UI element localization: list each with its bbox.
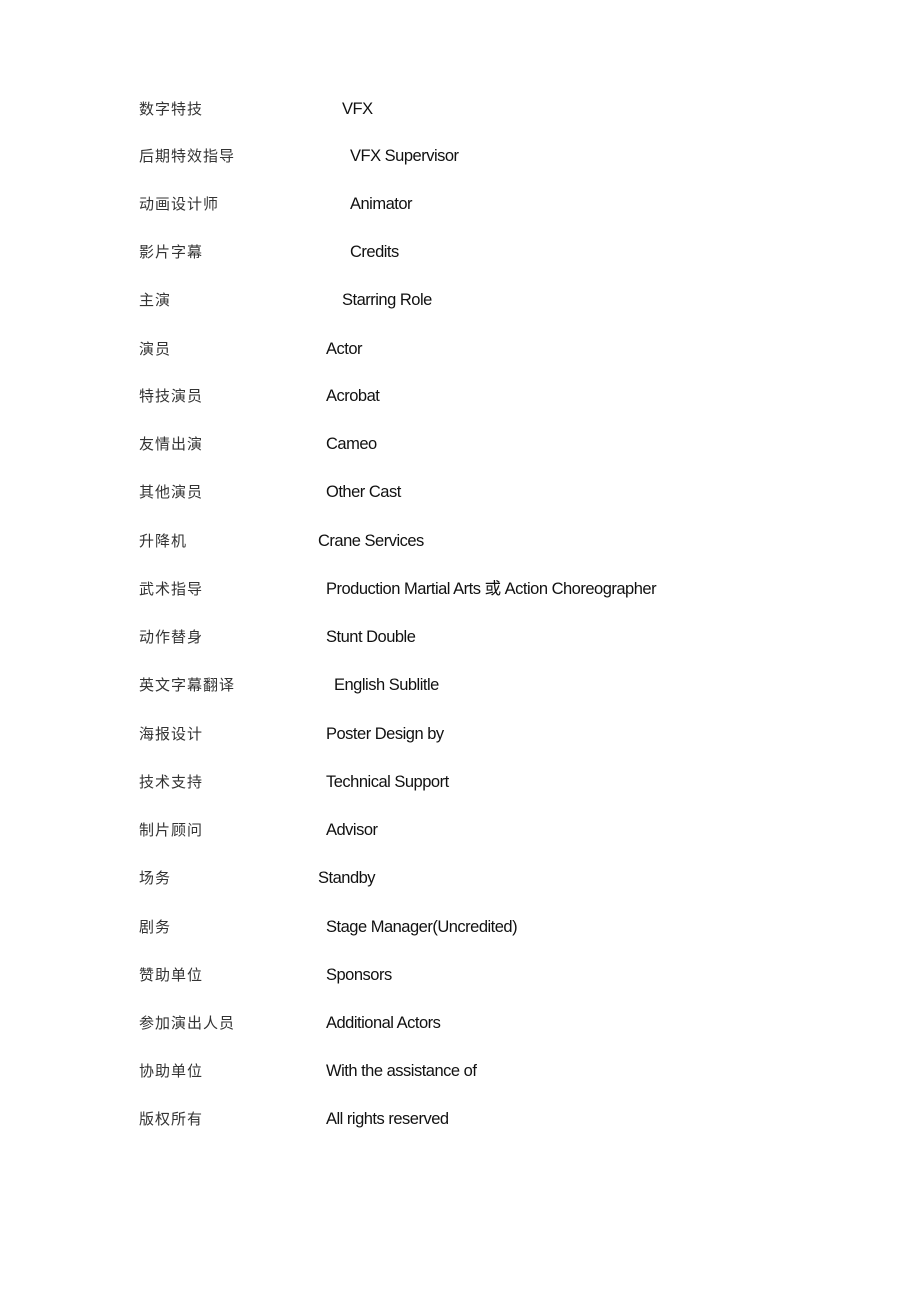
chinese-term: 海报设计 xyxy=(139,725,204,743)
chinese-term: 协助单位 xyxy=(139,1062,204,1080)
english-term: VFX Supervisor xyxy=(350,147,459,165)
english-term: Standby xyxy=(318,869,376,887)
glossary-row: 版权所有 All rights reserved xyxy=(139,1108,839,1132)
chinese-term: 版权所有 xyxy=(139,1110,204,1128)
english-term: Sponsors xyxy=(326,966,392,984)
glossary-row: 剧务 Stage Manager(Uncredited) xyxy=(139,916,839,940)
glossary-row: 参加演出人员 Additional Actors xyxy=(139,1012,839,1036)
glossary-row: 协助单位 With the assistance of xyxy=(139,1060,839,1084)
english-term: Starring Role xyxy=(342,291,432,309)
english-term: With the assistance of xyxy=(326,1062,477,1080)
glossary-row: 影片字幕 Credits xyxy=(139,241,839,265)
glossary-row: 数字特技 VFX xyxy=(139,98,839,122)
chinese-term: 动作替身 xyxy=(139,628,204,646)
glossary-row: 主演 Starring Role xyxy=(139,289,839,313)
chinese-term: 演员 xyxy=(139,340,172,358)
chinese-term: 主演 xyxy=(139,291,172,309)
chinese-term: 数字特技 xyxy=(139,100,204,118)
glossary-row: 特技演员 Acrobat xyxy=(139,385,839,409)
chinese-term: 英文字幕翻译 xyxy=(139,676,236,694)
english-term: VFX xyxy=(342,100,373,118)
chinese-term: 制片顾问 xyxy=(139,821,204,839)
glossary-row: 其他演员 Other Cast xyxy=(139,481,839,505)
glossary-row: 动画设计师 Animator xyxy=(139,193,839,217)
glossary-row: 升降机 Crane Services xyxy=(139,530,839,554)
chinese-term: 升降机 xyxy=(139,532,188,550)
chinese-term: 参加演出人员 xyxy=(139,1014,236,1032)
english-term: Production Martial Arts 或 Action Choreog… xyxy=(326,580,657,598)
glossary-row: 场务 Standby xyxy=(139,867,839,891)
chinese-term: 武术指导 xyxy=(139,580,204,598)
chinese-term: 特技演员 xyxy=(139,387,204,405)
glossary-row: 演员 Actor xyxy=(139,338,839,362)
chinese-term: 剧务 xyxy=(139,918,172,936)
english-term: Stunt Double xyxy=(326,628,416,646)
chinese-term: 场务 xyxy=(139,869,172,887)
english-term: Stage Manager(Uncredited) xyxy=(326,918,518,936)
glossary-row: 武术指导 Production Martial Arts 或 Action Ch… xyxy=(139,578,839,602)
glossary-row: 技术支持 Technical Support xyxy=(139,771,839,795)
glossary-row: 赞助单位 Sponsors xyxy=(139,964,839,988)
chinese-term: 后期特效指导 xyxy=(139,147,236,165)
chinese-term: 动画设计师 xyxy=(139,195,220,213)
english-term: Credits xyxy=(350,243,399,261)
chinese-term: 友情出演 xyxy=(139,435,204,453)
english-term: Cameo xyxy=(326,435,377,453)
glossary-row: 友情出演 Cameo xyxy=(139,433,839,457)
english-term: Other Cast xyxy=(326,483,401,501)
glossary-row: 动作替身 Stunt Double xyxy=(139,626,839,650)
chinese-term: 赞助单位 xyxy=(139,966,204,984)
glossary-row: 英文字幕翻译 English Sublitle xyxy=(139,674,839,698)
glossary-row: 后期特效指导 VFX Supervisor xyxy=(139,145,839,169)
chinese-term: 影片字幕 xyxy=(139,243,204,261)
chinese-term: 技术支持 xyxy=(139,773,204,791)
english-term: Actor xyxy=(326,340,363,358)
english-term: Technical Support xyxy=(326,773,449,791)
chinese-term: 其他演员 xyxy=(139,483,204,501)
english-term: Crane Services xyxy=(318,532,424,550)
english-term: Advisor xyxy=(326,821,378,839)
document-page: 数字特技 VFX 后期特效指导 VFX Supervisor 动画设计师 Ani… xyxy=(0,0,920,1302)
english-term: All rights reserved xyxy=(326,1110,449,1128)
english-term: Additional Actors xyxy=(326,1014,441,1032)
english-term: English Sublitle xyxy=(334,676,439,694)
english-term: Poster Design by xyxy=(326,725,444,743)
english-term: Acrobat xyxy=(326,387,380,405)
english-term: Animator xyxy=(350,195,413,213)
glossary-row: 海报设计 Poster Design by xyxy=(139,723,839,747)
glossary-row: 制片顾问 Advisor xyxy=(139,819,839,843)
